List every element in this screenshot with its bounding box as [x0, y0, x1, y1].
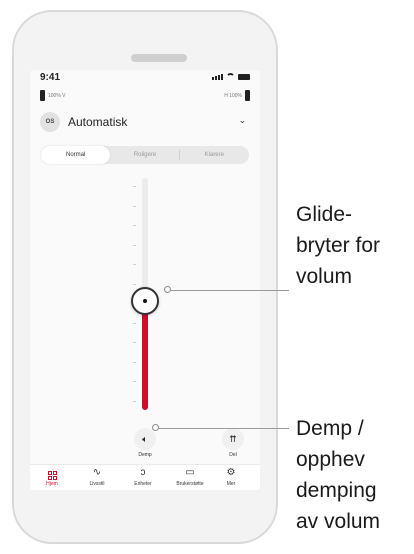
tab-klarere[interactable]: Klarere — [180, 146, 249, 164]
share-button[interactable]: ⇈ — [222, 428, 244, 450]
callout-line — [159, 428, 289, 429]
status-time: 9:41 — [40, 72, 61, 83]
volume-tick — [133, 244, 136, 246]
battery-icon — [40, 90, 45, 101]
mute-button[interactable]: 🔈︎ — [134, 428, 156, 450]
volume-tick — [133, 225, 136, 226]
home-grid-icon — [32, 467, 72, 480]
volume-tick — [133, 205, 136, 207]
left-battery-label: 100% V — [48, 92, 66, 99]
wifi-icon — [226, 73, 235, 80]
right-battery-label: H 100% — [224, 92, 242, 99]
cellular-signal-icon — [212, 74, 223, 80]
chat-icon: ▭ — [185, 467, 195, 478]
left-aid-battery: 100% V — [40, 90, 66, 101]
right-aid-battery: H 100% — [224, 90, 250, 101]
callout-marker — [152, 424, 159, 431]
volume-tick — [133, 342, 136, 343]
volume-tick — [133, 264, 136, 265]
status-bar: 9:41 — [30, 70, 260, 88]
volume-tick — [133, 361, 136, 363]
nav-label: Brukerstøtte — [176, 481, 204, 487]
callout-marker — [164, 286, 171, 293]
annotation-line: bryter for — [296, 234, 381, 257]
annotation-line: opphev — [296, 448, 365, 471]
nav-label: Mer — [226, 481, 236, 487]
tab-label: Roligere — [133, 152, 157, 158]
mute-label: Demp — [138, 452, 152, 458]
nav-label: Enheter — [134, 481, 152, 487]
hearing-aid-battery-row: 100% V H 100% — [30, 90, 260, 104]
nav-label: Livsstil — [89, 481, 105, 487]
tab-roligere[interactable]: Roligere — [110, 146, 180, 164]
tab-label: Klarere — [204, 152, 224, 158]
annotation-line: demping — [296, 479, 377, 502]
nav-item-brukerstotte[interactable]: ▭ Brukerstøtte — [170, 467, 210, 487]
nav-item-hjem[interactable]: Hjem — [32, 467, 72, 487]
hearing-aid-icon: ↄ — [140, 467, 146, 478]
thumb-center-dot — [143, 298, 147, 303]
share-icon: ⇈ — [229, 434, 237, 444]
phone-speaker — [131, 54, 187, 62]
nav-item-livsstil[interactable]: ∿ Livsstil — [77, 467, 117, 487]
phone-battery-icon — [238, 74, 250, 80]
volume-tick — [133, 283, 136, 285]
battery-icon — [245, 90, 250, 101]
share-label: Del — [229, 452, 237, 458]
tab-normal[interactable]: Normal — [41, 146, 111, 164]
callout-line — [171, 290, 289, 291]
chevron-down-icon: ⌄ — [238, 115, 246, 125]
app-screen: 9:41 100% V H 100% OS Automatisk ⌄ Norma… — [30, 70, 260, 490]
gear-icon: ⚙ — [226, 467, 236, 478]
volume-tick — [133, 400, 136, 402]
program-name: Automatisk — [68, 115, 128, 129]
nav-item-mer[interactable]: ⚙ Mer — [211, 467, 251, 487]
volume-tick — [133, 186, 136, 187]
volume-slider-fill — [142, 300, 148, 410]
activity-icon: ∿ — [92, 467, 102, 478]
mute-annotation: Demp / opphev demping av volum — [296, 413, 380, 537]
annotation-line: Glide- — [296, 203, 353, 226]
nav-label: Hjem — [46, 481, 58, 487]
annotation-line: av volum — [296, 510, 381, 533]
slider-annotation: Glide- bryter for volum — [296, 199, 380, 292]
nav-item-enheter[interactable]: ↄ Enheter — [123, 467, 163, 487]
annotation-line: Demp / — [296, 417, 364, 440]
system-icons — [212, 73, 250, 80]
bottom-navigation: Hjem ∿ Livsstil ↄ Enheter ▭ Brukerstøtte… — [30, 464, 260, 490]
tab-label: Normal — [65, 152, 86, 158]
speaker-icon: 🔈︎ — [142, 434, 148, 444]
annotation-line: volum — [296, 265, 353, 288]
volume-tick — [133, 381, 136, 382]
program-selector[interactable]: OS Automatisk ⌄ — [40, 110, 250, 134]
volume-tick — [133, 322, 136, 324]
sound-mode-segmented-control: Normal Roligere Klarere — [41, 146, 249, 164]
program-icon: OS — [40, 112, 60, 132]
volume-slider-thumb[interactable] — [131, 286, 159, 315]
